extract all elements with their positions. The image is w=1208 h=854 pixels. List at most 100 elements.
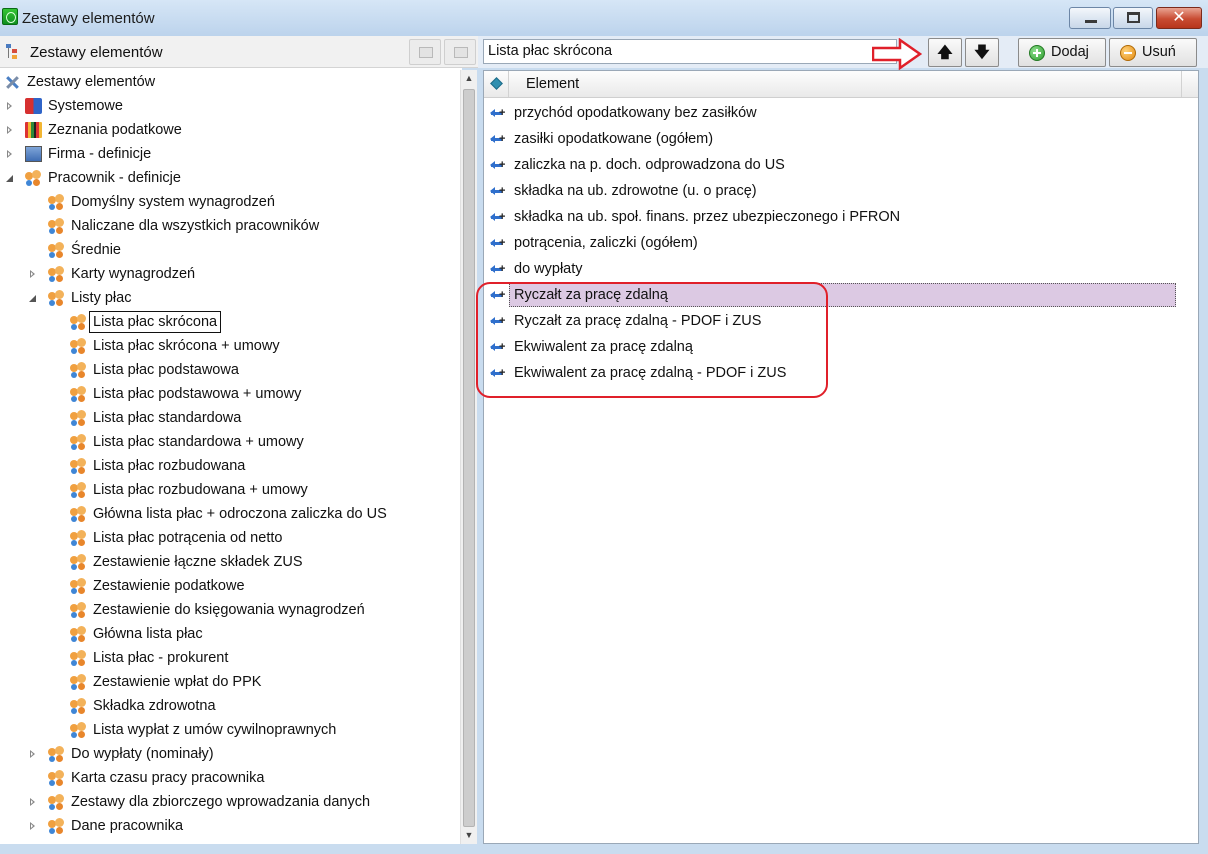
tree-item-label: Pracownik - definicje: [48, 170, 181, 186]
move-up-button[interactable]: 🡅: [928, 38, 962, 67]
tools-icon: [4, 74, 21, 90]
tree-item[interactable]: Lista płac rozbudowana: [0, 454, 460, 478]
tree-item-label: Zestawienie podatkowe: [93, 578, 245, 594]
grid-row[interactable]: + składka na ub. społ. finans. przez ubez…: [484, 204, 1198, 230]
column-header-element[interactable]: Element: [526, 76, 579, 92]
sets-tree[interactable]: Zestawy elementów Systemowe Zeznania podat…: [0, 68, 462, 844]
collapse-icon[interactable]: [5, 173, 15, 183]
tree-item[interactable]: Dane pracownika: [0, 814, 460, 838]
tree-item[interactable]: Karta czasu pracy pracownika: [0, 766, 460, 790]
people-icon: [70, 314, 87, 330]
people-icon: [70, 530, 87, 546]
tree-item[interactable]: Średnie: [0, 238, 460, 262]
tree-item[interactable]: Listy płac: [0, 286, 460, 310]
tree-item-label: Składka zdrowotna: [93, 698, 216, 714]
left-panel-header: Zestawy elementów: [0, 36, 478, 68]
element-label: przychód opodatkowany bez zasiłków: [514, 105, 757, 121]
expand-icon[interactable]: [5, 149, 15, 159]
tree-item-label: Naliczane dla wszystkich pracowników: [71, 218, 320, 234]
people-icon: [48, 818, 65, 834]
scroll-down-icon[interactable]: ▼: [461, 827, 477, 844]
add-button-label: Dodaj: [1051, 44, 1089, 60]
tree-item[interactable]: Zeznania podatkowe: [0, 118, 460, 142]
remove-button[interactable]: Usuń: [1109, 38, 1197, 67]
tree-item-label: Lista płac podstawowa + umowy: [93, 386, 302, 402]
tree-item[interactable]: Lista płac podstawowa: [0, 358, 460, 382]
tree-item[interactable]: Lista płac potrącenia od netto: [0, 526, 460, 550]
expand-icon[interactable]: [28, 749, 38, 759]
scroll-thumb[interactable]: [463, 89, 475, 827]
tree-item[interactable]: Lista płac rozbudowana + umowy: [0, 478, 460, 502]
people-icon: [70, 482, 87, 498]
expand-icon[interactable]: [5, 125, 15, 135]
element-label: zaliczka na p. doch. odprowadzona do US: [514, 157, 785, 173]
people-icon: [70, 602, 87, 618]
expand-icon[interactable]: [5, 101, 15, 111]
expand-icon[interactable]: [28, 797, 38, 807]
tree-item[interactable]: Pracownik - definicje: [0, 166, 460, 190]
new-set-button[interactable]: [444, 39, 476, 65]
expand-icon[interactable]: [28, 269, 38, 279]
grid-row[interactable]: + przychód opodatkowany bez zasiłków: [484, 100, 1198, 126]
tree-item[interactable]: Lista płac skrócona + umowy: [0, 334, 460, 358]
collapse-icon[interactable]: [28, 293, 38, 303]
folder-icon: [419, 47, 433, 58]
grid-row[interactable]: + potrącenia, zaliczki (ogółem): [484, 230, 1198, 256]
tree-item[interactable]: Lista płac - prokurent: [0, 646, 460, 670]
tree-item-label: Domyślny system wynagrodzeń: [71, 194, 275, 210]
tree-item[interactable]: Lista płac standardowa: [0, 406, 460, 430]
tree-scrollbar[interactable]: ▲ ▼: [460, 70, 477, 844]
app-icon: [2, 8, 18, 25]
tree-item[interactable]: Główna lista płac: [0, 622, 460, 646]
people-icon: [70, 506, 87, 522]
element-label: zasiłki opodatkowane (ogółem): [514, 131, 714, 147]
tree-item[interactable]: Lista płac standardowa + umowy: [0, 430, 460, 454]
tree-item-label: Karty wynagrodzeń: [71, 266, 196, 282]
tree-item[interactable]: Firma - definicje: [0, 142, 460, 166]
tree-item-label: Lista płac standardowa: [93, 410, 242, 426]
tree-item[interactable]: Zestawienie łączne składek ZUS: [0, 550, 460, 574]
folder-icon: [454, 47, 468, 58]
tree-item[interactable]: Naliczane dla wszystkich pracowników: [0, 214, 460, 238]
tree-item[interactable]: Zestawy elementów: [0, 70, 460, 94]
move-down-button[interactable]: 🡇: [965, 38, 999, 67]
tree-item[interactable]: Lista płac podstawowa + umowy: [0, 382, 460, 406]
scroll-up-icon[interactable]: ▲: [461, 70, 477, 87]
plus-icon: [1029, 45, 1045, 61]
people-icon: [70, 578, 87, 594]
company-icon: [25, 146, 42, 162]
tree-item[interactable]: Lista płac skrócona: [0, 310, 460, 334]
elements-grid[interactable]: Element + przychód opodatkowany bez zasił…: [483, 70, 1199, 844]
tree-item[interactable]: Składka zdrowotna: [0, 694, 460, 718]
set-name-field[interactable]: Lista płac skrócona: [483, 39, 897, 64]
element-label: składka na ub. zdrowotne (u. o pracę): [514, 183, 757, 199]
new-folder-button[interactable]: [409, 39, 441, 65]
close-button[interactable]: ✕: [1156, 7, 1202, 29]
tree-item[interactable]: Zestawienie wpłat do PPK: [0, 670, 460, 694]
tree-item[interactable]: Do wypłaty (nominały): [0, 742, 460, 766]
grid-row[interactable]: + zaliczka na p. doch. odprowadzona do US: [484, 152, 1198, 178]
maximize-icon: [1127, 12, 1140, 23]
red-highlight-annotation: [476, 282, 828, 398]
arrow-up-icon: 🡅: [937, 44, 953, 61]
grid-row[interactable]: + do wypłaty: [484, 256, 1198, 282]
tree-item[interactable]: Zestawienie podatkowe: [0, 574, 460, 598]
maximize-button[interactable]: [1113, 7, 1153, 29]
tree-item[interactable]: Lista wypłat z umów cywilnoprawnych: [0, 718, 460, 742]
tree-item[interactable]: Domyślny system wynagrodzeń: [0, 190, 460, 214]
people-icon: [48, 266, 65, 282]
tree-item[interactable]: Karty wynagrodzeń: [0, 262, 460, 286]
expand-icon[interactable]: [28, 821, 38, 831]
tree-item[interactable]: Systemowe: [0, 94, 460, 118]
grid-row[interactable]: + składka na ub. zdrowotne (u. o pracę): [484, 178, 1198, 204]
minimize-button[interactable]: [1069, 7, 1111, 29]
people-icon: [70, 338, 87, 354]
element-label: do wypłaty: [514, 261, 583, 277]
tree-item[interactable]: Zestawienie do księgowania wynagrodzeń: [0, 598, 460, 622]
grid-row[interactable]: + zasiłki opodatkowane (ogółem): [484, 126, 1198, 152]
tree-item[interactable]: Główna lista płac + odroczona zaliczka d…: [0, 502, 460, 526]
tree-item-label: Lista płac - prokurent: [93, 650, 229, 666]
tree-item[interactable]: Zestawy dla zbiorczego wprowadzania dany…: [0, 790, 460, 814]
element-icon: +: [490, 107, 505, 119]
add-button[interactable]: Dodaj: [1018, 38, 1106, 67]
